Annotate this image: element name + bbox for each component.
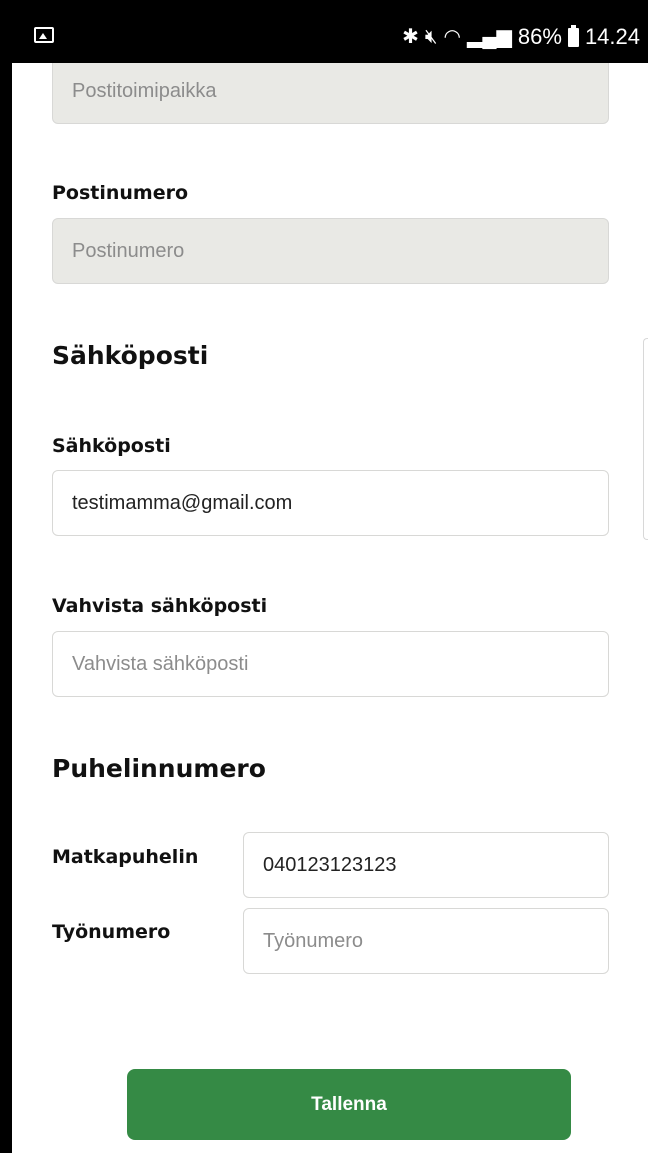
work-phone-input[interactable]: Työnumero — [243, 908, 609, 974]
postitoimipaikka-input[interactable]: Postitoimipaikka — [52, 63, 609, 124]
work-phone-label: Työnumero — [52, 921, 171, 943]
postitoimipaikka-placeholder: Postitoimipaikka — [72, 79, 217, 102]
form-page: Postitoimipaikka Postinumero Postinumero… — [12, 63, 648, 1153]
mobile-input[interactable]: 040123123123 — [243, 832, 609, 898]
mobile-label: Matkapuhelin — [52, 846, 199, 868]
signal-icon: ▂▄▆ — [466, 26, 512, 48]
save-button[interactable]: Tallenna — [127, 1069, 571, 1140]
status-bar: ✱ 🔇︎ ◠ ▂▄▆ 86% 14.24 — [12, 12, 648, 63]
email-label: Sähköposti — [52, 435, 171, 457]
battery-icon — [567, 24, 579, 47]
confirm-email-label: Vahvista sähköposti — [52, 595, 268, 617]
postinumero-placeholder: Postinumero — [72, 239, 185, 262]
email-input[interactable]: testimamma@gmail.com — [52, 470, 609, 536]
battery-percent: 86% — [517, 24, 562, 49]
clock: 14.24 — [584, 24, 640, 49]
scroll-indicator[interactable] — [643, 338, 648, 540]
image-notification-icon — [34, 27, 54, 43]
wifi-icon: ◠ — [443, 26, 461, 48]
bluetooth-icon: ✱ — [402, 26, 419, 48]
confirm-email-input[interactable]: Vahvista sähköposti — [52, 631, 609, 697]
status-icons: ✱ 🔇︎ ◠ ▂▄▆ 86% 14.24 — [402, 23, 640, 51]
phone-section-heading: Puhelinnumero — [52, 754, 266, 783]
mobile-value: 040123123123 — [263, 853, 397, 876]
postinumero-label: Postinumero — [52, 182, 189, 204]
email-value: testimamma@gmail.com — [72, 491, 293, 514]
work-phone-placeholder: Työnumero — [263, 929, 364, 952]
postinumero-input[interactable]: Postinumero — [52, 218, 609, 284]
confirm-email-placeholder: Vahvista sähköposti — [72, 652, 249, 675]
email-section-heading: Sähköposti — [52, 341, 209, 370]
mute-icon: 🔇︎ — [424, 26, 438, 48]
